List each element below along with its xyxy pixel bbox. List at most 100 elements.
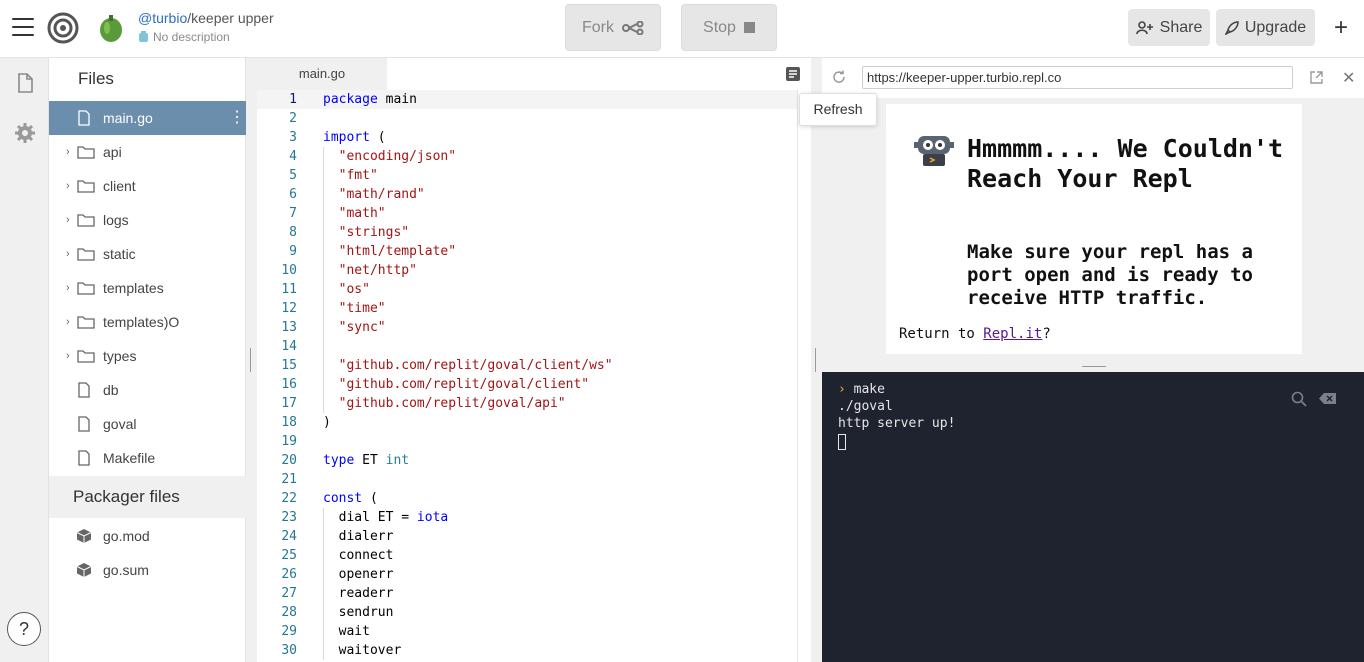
file-item[interactable]: main.go ⋮ [49,101,246,135]
url-input[interactable]: https://keeper-upper.turbio.repl.co [862,66,1293,89]
repl-meta: @turbio/keeper upper No description [138,10,274,44]
code-line: 27 readerr [257,584,797,603]
line-text: "sync" [323,318,386,337]
chevron-right-icon[interactable]: › [66,146,70,158]
packager-file-item[interactable]: go.mod [49,519,246,553]
rocket-icon [1224,20,1239,35]
line-text: package main [323,90,417,109]
code-line: 8 "strings" [257,223,797,242]
folder-item[interactable]: › client [49,169,246,203]
replit-link[interactable]: Repl.it [983,326,1042,342]
folder-item[interactable]: › templates)O [49,305,246,339]
file-item[interactable]: goval [49,407,246,441]
repl-owner-link[interactable]: @turbio [138,10,187,26]
upgrade-label: Upgrade [1244,18,1307,36]
code-token: "html/template" [338,244,457,259]
fork-button[interactable]: Fork [565,4,661,51]
line-text: "math/rand" [323,185,425,204]
code-line: 17 "github.com/replit/goval/api" [257,394,797,413]
upgrade-button[interactable]: Upgrade [1216,9,1315,46]
code-area[interactable]: 1 package main 2 3 import (4 "encoding/json"… [257,90,797,662]
line-text: openerr [323,565,394,584]
new-repl-button[interactable]: + [1330,14,1352,42]
line-text: import ( [323,128,386,147]
code-line: 7 "math" [257,204,797,223]
line-text: "math" [323,204,386,223]
code-line: 14 [257,337,797,356]
line-text: "net/http" [323,261,417,280]
folder-item[interactable]: › types [49,339,246,373]
line-number: 25 [281,548,297,563]
clear-console-icon[interactable] [1319,392,1337,405]
code-token: main [377,92,417,107]
line-text: "encoding/json" [323,147,456,166]
more-options-icon[interactable]: ⋮ [229,110,245,126]
line-text: wait [323,622,370,641]
line-text: waitover [323,641,402,660]
chevron-right-icon[interactable]: › [66,180,70,192]
replit-logo-icon[interactable] [47,12,79,44]
editor-resize-handle[interactable] [811,58,822,662]
code-line: 12 "time" [257,299,797,318]
settings-gear-icon[interactable] [14,122,36,144]
code-token: wait [323,624,370,639]
code-token: "sync" [338,320,386,335]
folder-icon [77,282,95,295]
sidebar-resize-handle[interactable] [246,58,257,662]
folder-item[interactable]: › templates [49,271,246,305]
repl-description[interactable]: No description [138,30,274,44]
share-button[interactable]: Share [1128,9,1210,46]
files-icon[interactable] [14,72,36,94]
code-line: 5 "fmt" [257,166,797,185]
fork-label: Fork [582,18,614,36]
search-icon[interactable] [1291,391,1307,407]
chevron-right-icon[interactable]: › [66,350,70,362]
file-name: db [103,382,119,398]
folder-item[interactable]: › static [49,237,246,271]
line-number: 11 [281,282,297,297]
file-name: go.mod [103,528,150,544]
line-number: 9 [289,244,297,259]
code-line: 9 "html/template" [257,242,797,261]
refresh-icon[interactable] [831,69,847,85]
editor-menu-icon[interactable] [785,66,801,82]
code-line: 26 openerr [257,565,797,584]
line-number: 5 [289,168,297,183]
file-item[interactable]: db [49,373,246,407]
chevron-right-icon[interactable]: › [66,248,70,260]
line-number: 22 [281,491,297,506]
console-panel[interactable]: › make ./goval http server up! [822,372,1364,662]
chevron-right-icon[interactable]: › [66,214,70,226]
file-name: api [103,144,122,160]
console-resize-handle[interactable] [822,364,1364,372]
code-token: "math/rand" [338,187,425,202]
chevron-right-icon[interactable]: › [66,316,70,328]
tab-main-go[interactable]: main.go [257,58,387,90]
code-token: ( [362,491,378,506]
console-line-text: make [853,382,885,397]
open-in-new-tab-icon[interactable] [1309,70,1324,85]
folder-item[interactable]: › logs [49,203,246,237]
folder-item[interactable]: › api [49,135,246,169]
chevron-right-icon[interactable]: › [66,282,70,294]
repl-description-text: No description [153,30,230,44]
code-token: waitover [323,643,402,658]
file-item[interactable]: Makefile [49,441,246,475]
line-text: readerr [323,584,394,603]
editor-scrollbar[interactable] [797,90,811,662]
line-number: 19 [281,434,297,449]
url-bar: https://keeper-upper.turbio.repl.co ✕ [822,58,1364,98]
code-line: 23 dial ET = iota [257,508,797,527]
help-button[interactable]: ? [7,612,41,646]
stop-button[interactable]: Stop [681,4,777,51]
editor-tabs: main.go [257,58,811,90]
refresh-tooltip: Refresh [799,93,877,126]
packager-file-item[interactable]: go.sum [49,553,246,587]
line-number: 12 [281,301,297,316]
menu-icon[interactable] [12,18,34,38]
close-icon[interactable]: ✕ [1342,68,1355,88]
